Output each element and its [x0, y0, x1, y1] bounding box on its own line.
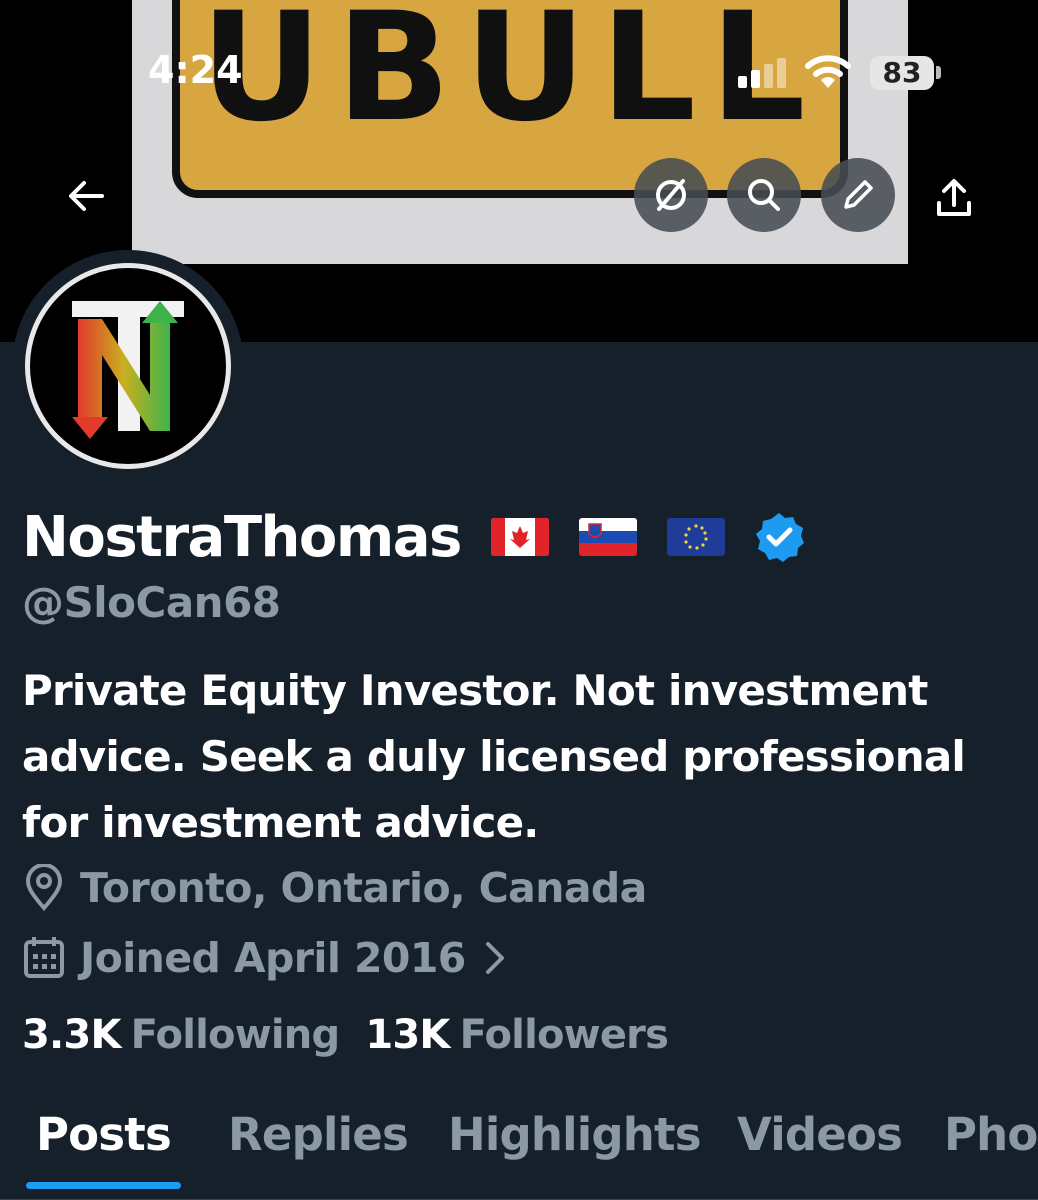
search-icon: [748, 179, 780, 211]
wifi-icon: [805, 55, 851, 88]
tab-photos[interactable]: Pho: [944, 1108, 1038, 1161]
profile-handle: @SloCan68: [22, 578, 281, 627]
tab-posts[interactable]: Posts: [36, 1108, 172, 1161]
profile-name-row: NostraThomas: [22, 502, 805, 572]
share-icon: [937, 179, 971, 216]
display-name: NostraThomas: [22, 504, 462, 570]
refresh-icon: [656, 179, 686, 211]
canada-flag-icon: [490, 518, 549, 556]
tab-videos[interactable]: Videos: [737, 1108, 903, 1161]
edit-button[interactable]: [821, 158, 895, 232]
profile-avatar[interactable]: [12, 250, 244, 482]
active-tab-indicator: [26, 1182, 181, 1189]
tab-highlights[interactable]: Highlights: [448, 1108, 702, 1161]
search-button[interactable]: [727, 158, 801, 232]
eu-flag-icon: [666, 518, 725, 556]
back-arrow-icon: [69, 181, 104, 211]
followers-label[interactable]: Followers: [460, 1012, 669, 1058]
following-label[interactable]: Following: [131, 1012, 340, 1058]
profile-location: Toronto, Ontario, Canada: [22, 864, 647, 912]
location-text: Toronto, Ontario, Canada: [80, 864, 647, 912]
share-button[interactable]: [926, 170, 982, 226]
calendar-icon: [24, 937, 64, 978]
avatar-image: [25, 263, 231, 469]
tab-replies[interactable]: Replies: [228, 1108, 409, 1161]
verified-badge-icon: [755, 513, 804, 562]
cellular-signal-icon: [738, 56, 786, 88]
profile-bio: Private Equity Investor. Not investment …: [22, 666, 966, 847]
joined-text: Joined April 2016: [80, 934, 466, 982]
refresh-button[interactable]: [634, 158, 708, 232]
profile-joined[interactable]: Joined April 2016: [22, 934, 524, 982]
back-button[interactable]: [60, 170, 112, 222]
battery-tip: [936, 66, 941, 79]
slovenia-flag-icon: [578, 518, 637, 556]
chevron-right-icon: [485, 942, 504, 974]
following-count[interactable]: 3.3K: [22, 1012, 121, 1058]
status-time: 4:24: [148, 48, 243, 92]
battery-indicator: 83: [870, 56, 934, 90]
edit-pencil-icon: [844, 180, 873, 209]
location-pin-icon: [25, 864, 63, 912]
follow-stats: 3.3K Following 13K Followers: [22, 1012, 694, 1058]
tn-logo-icon: [72, 301, 184, 439]
followers-count[interactable]: 13K: [365, 1012, 450, 1058]
